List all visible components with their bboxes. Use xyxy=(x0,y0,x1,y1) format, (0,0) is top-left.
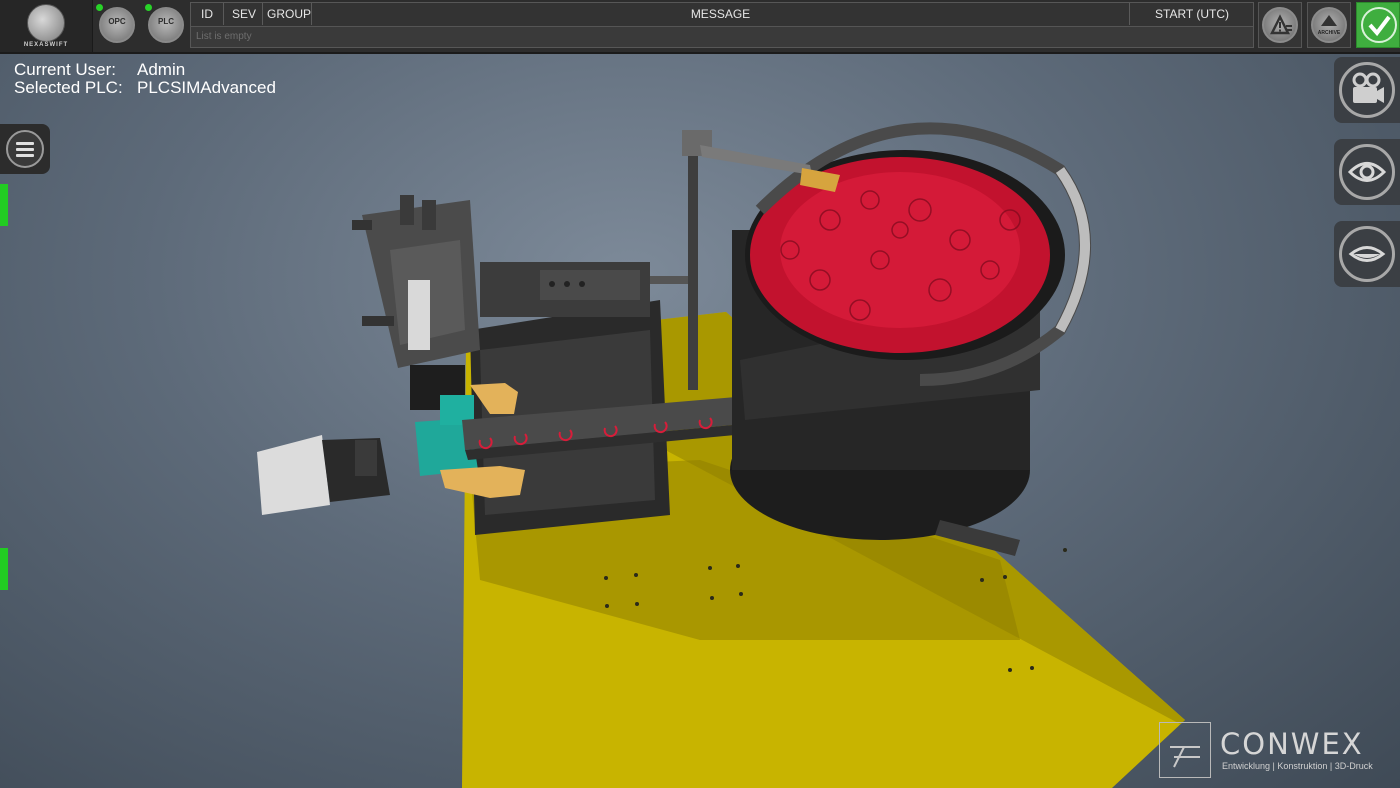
top-bar: NEXASWIFT OPC PLC ID SEV GROUP MESSAGE S… xyxy=(0,0,1400,54)
status-indicator-bottom xyxy=(0,548,8,590)
main-menu-button[interactable] xyxy=(0,124,50,174)
opc-label: OPC xyxy=(108,17,126,26)
3d-viewport[interactable] xyxy=(0,0,1400,788)
brand-tagline: Entwicklung | Konstruktion | 3D-Druck xyxy=(1222,761,1373,771)
status-indicator-top xyxy=(0,184,8,226)
col-sev[interactable]: SEV xyxy=(224,3,263,25)
brand-name: CONWEX xyxy=(1220,727,1364,761)
warning-list-icon xyxy=(1262,7,1298,43)
archive-label: ARCHIVE xyxy=(1317,30,1341,36)
current-user-row: Current User: Admin xyxy=(14,61,276,79)
alarm-list-empty-text: List is empty xyxy=(196,31,252,42)
selected-plc-value: PLCSIMAdvanced xyxy=(137,78,276,97)
eye-icon xyxy=(1339,144,1395,200)
session-info: Current User: Admin Selected PLC: PLCSIMAd… xyxy=(14,61,276,97)
eye-closed-icon xyxy=(1339,226,1395,282)
opc-status-dot xyxy=(96,4,103,11)
logo-text: NEXASWIFT xyxy=(23,42,69,48)
plc-status-dot xyxy=(145,4,152,11)
col-message[interactable]: MESSAGE xyxy=(312,3,1130,25)
selected-plc-label: Selected PLC: xyxy=(14,78,123,97)
alarm-table-header: ID SEV GROUP MESSAGE START (UTC) xyxy=(191,3,1253,27)
brand-watermark: CONWEX Entwicklung | Konstruktion | 3D-D… xyxy=(1158,721,1398,783)
app-logo: NEXASWIFT xyxy=(0,0,93,52)
selected-plc-row: Selected PLC: PLCSIMAdvanced xyxy=(14,79,276,97)
current-user-value: Admin xyxy=(137,60,186,79)
camera-icon xyxy=(1339,62,1395,118)
view-button[interactable] xyxy=(1334,139,1400,205)
col-id[interactable]: ID xyxy=(191,3,224,25)
plc-connection-button[interactable]: PLC xyxy=(148,7,184,43)
archive-icon: ARCHIVE xyxy=(1311,7,1347,43)
confirm-button[interactable] xyxy=(1356,2,1400,48)
checkmark-icon xyxy=(1361,7,1397,43)
hamburger-icon xyxy=(6,130,44,168)
opc-connection-button[interactable]: OPC xyxy=(99,7,135,43)
current-user-label: Current User: xyxy=(14,60,117,79)
archive-button[interactable]: ARCHIVE xyxy=(1307,2,1351,48)
brand-logo-icon xyxy=(1159,722,1211,778)
plc-label: PLC xyxy=(158,17,174,26)
alarm-table[interactable]: ID SEV GROUP MESSAGE START (UTC) List is… xyxy=(190,2,1254,48)
warning-list-button[interactable] xyxy=(1258,2,1302,48)
col-group[interactable]: GROUP xyxy=(263,3,312,25)
hide-view-button[interactable] xyxy=(1334,221,1400,287)
camera-button[interactable] xyxy=(1334,57,1400,123)
col-start-utc[interactable]: START (UTC) xyxy=(1130,3,1254,25)
logo-icon xyxy=(27,4,65,42)
